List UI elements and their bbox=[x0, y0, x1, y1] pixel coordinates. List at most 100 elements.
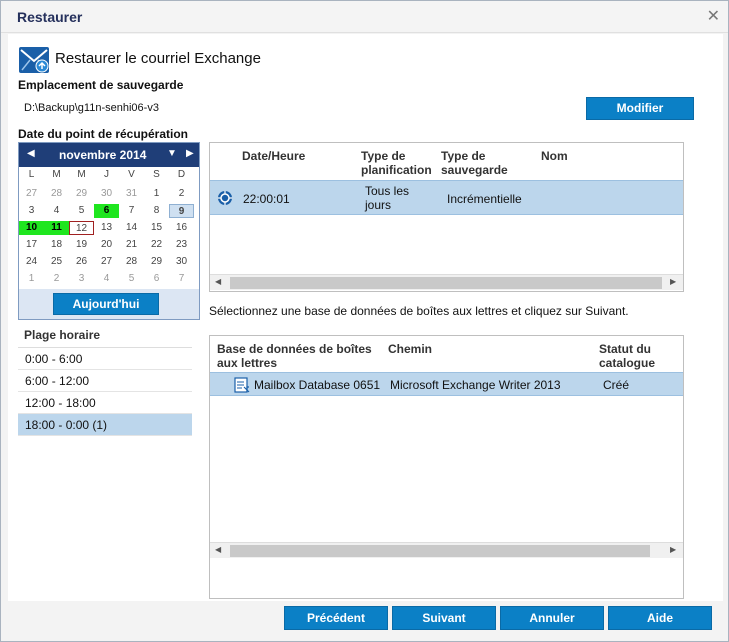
calendar-day[interactable]: 30 bbox=[169, 255, 194, 269]
row-schedule: Tous les jours bbox=[365, 184, 410, 212]
cancel-button[interactable]: Annuler bbox=[500, 606, 604, 630]
col-name[interactable]: Nom bbox=[541, 149, 568, 163]
restore-dialog: Restaurer ✕ Restaurer le courriel Exchan… bbox=[0, 0, 729, 642]
calendar-day[interactable]: 1 bbox=[144, 187, 169, 201]
time-range-item[interactable]: 0:00 - 6:00 bbox=[18, 348, 192, 370]
row-status: Créé bbox=[603, 378, 630, 392]
time-range-item[interactable]: 6:00 - 12:00 bbox=[18, 370, 192, 392]
backup-location-label: Emplacement de sauvegarde bbox=[18, 78, 184, 92]
calendar: ◀ novembre 2014 ▼ ▶ LMMJVSD 27 28 29 30 31 1 2… bbox=[18, 142, 200, 320]
scroll-right-icon[interactable]: ▶ bbox=[670, 545, 676, 554]
next-month-icon[interactable]: ▶ bbox=[186, 148, 194, 159]
weekday-label: M bbox=[77, 169, 86, 180]
row-time: 22:00:01 bbox=[243, 192, 290, 206]
col-backup-type[interactable]: Type de sauvegarde bbox=[441, 149, 513, 177]
calendar-day[interactable]: 12 bbox=[69, 220, 94, 235]
table-row[interactable]: Mailbox Database 0651 Microsoft Exchange… bbox=[210, 372, 683, 396]
scroll-thumb[interactable] bbox=[230, 277, 662, 289]
table-row[interactable]: 22:00:01 Tous les jours Incrémentielle bbox=[210, 180, 683, 215]
calendar-day[interactable]: 5 bbox=[119, 272, 144, 286]
calendar-day[interactable]: 5 bbox=[69, 204, 94, 218]
calendar-day[interactable]: 13 bbox=[94, 221, 119, 235]
calendar-day[interactable]: 30 bbox=[94, 187, 119, 201]
calendar-header: ◀ novembre 2014 ▼ ▶ bbox=[19, 143, 199, 167]
calendar-day[interactable]: 15 bbox=[144, 221, 169, 235]
calendar-day[interactable]: 6 bbox=[94, 203, 119, 218]
calendar-day[interactable]: 18 bbox=[44, 238, 69, 252]
col-catalog-status[interactable]: Statut du catalogue bbox=[599, 342, 669, 370]
calendar-day[interactable]: 27 bbox=[19, 187, 44, 201]
calendar-week: 24 25 26 27 28 29 30 bbox=[19, 253, 199, 270]
calendar-day[interactable]: 21 bbox=[119, 238, 144, 252]
calendar-day[interactable]: 19 bbox=[69, 238, 94, 252]
horizontal-scrollbar[interactable]: ◀ ▶ bbox=[210, 274, 683, 290]
calendar-day[interactable]: 10 bbox=[19, 220, 44, 235]
calendar-day[interactable]: 9 bbox=[169, 203, 194, 218]
calendar-day[interactable]: 3 bbox=[69, 272, 94, 286]
calendar-day[interactable]: 22 bbox=[144, 238, 169, 252]
calendar-day[interactable]: 2 bbox=[44, 272, 69, 286]
calendar-day[interactable]: 4 bbox=[44, 204, 69, 218]
weekday-header: LMMJVSD bbox=[19, 169, 199, 185]
row-database-name: Mailbox Database 0651 bbox=[254, 378, 381, 392]
month-dropdown-icon[interactable]: ▼ bbox=[167, 148, 177, 159]
calendar-day[interactable]: 28 bbox=[119, 255, 144, 269]
grid-header: Base de données de boîtes aux lettres Ch… bbox=[210, 336, 683, 372]
calendar-day[interactable]: 4 bbox=[94, 272, 119, 286]
time-range-item-selected[interactable]: 18:00 - 0:00 (1) bbox=[18, 414, 192, 436]
weekday-label: M bbox=[52, 169, 61, 180]
col-path[interactable]: Chemin bbox=[388, 342, 432, 356]
today-button[interactable]: Aujourd'hui bbox=[53, 293, 159, 315]
calendar-day[interactable]: 23 bbox=[169, 238, 194, 252]
calendar-month: novembre 2014 bbox=[59, 148, 147, 162]
row-backup-type: Incrémentielle bbox=[447, 192, 522, 206]
calendar-day[interactable]: 7 bbox=[169, 272, 194, 286]
col-schedule-type[interactable]: Type de planification bbox=[361, 149, 433, 177]
row-path: Microsoft Exchange Writer 2013 bbox=[390, 378, 561, 392]
scroll-thumb[interactable] bbox=[230, 545, 650, 557]
calendar-day[interactable]: 11 bbox=[44, 220, 69, 235]
next-button[interactable]: Suivant bbox=[392, 606, 496, 630]
calendar-week: 10 11 12 13 14 15 16 bbox=[19, 219, 199, 236]
help-button[interactable]: Aide bbox=[608, 606, 712, 630]
weekday-label: S bbox=[153, 169, 160, 180]
modify-button[interactable]: Modifier bbox=[586, 97, 694, 120]
grid-header: Date/Heure Type de planification Type de… bbox=[210, 143, 683, 179]
calendar-day[interactable]: 29 bbox=[69, 187, 94, 201]
calendar-day[interactable]: 24 bbox=[19, 255, 44, 269]
time-range-header: Plage horaire bbox=[18, 324, 192, 348]
calendar-day[interactable]: 27 bbox=[94, 255, 119, 269]
calendar-day[interactable]: 31 bbox=[119, 187, 144, 201]
calendar-day[interactable]: 26 bbox=[69, 255, 94, 269]
calendar-day[interactable]: 25 bbox=[44, 255, 69, 269]
calendar-day[interactable]: 28 bbox=[44, 187, 69, 201]
instruction-text: Sélectionnez une base de données de boît… bbox=[209, 304, 629, 318]
calendar-week: 27 28 29 30 31 1 2 bbox=[19, 185, 199, 202]
calendar-day[interactable]: 8 bbox=[144, 204, 169, 218]
time-range-item[interactable]: 12:00 - 18:00 bbox=[18, 392, 192, 414]
calendar-day[interactable]: 20 bbox=[94, 238, 119, 252]
calendar-day[interactable]: 29 bbox=[144, 255, 169, 269]
calendar-day[interactable]: 6 bbox=[144, 272, 169, 286]
close-icon[interactable]: ✕ bbox=[707, 6, 720, 26]
horizontal-scrollbar[interactable]: ◀ ▶ bbox=[210, 542, 683, 558]
calendar-day[interactable]: 7 bbox=[119, 204, 144, 218]
col-database[interactable]: Base de données de boîtes aux lettres bbox=[217, 342, 382, 370]
calendar-day[interactable]: 1 bbox=[19, 272, 44, 286]
calendar-day[interactable]: 14 bbox=[119, 221, 144, 235]
recovery-points-grid: Date/Heure Type de planification Type de… bbox=[209, 142, 684, 292]
calendar-day[interactable]: 16 bbox=[169, 221, 194, 235]
calendar-day[interactable]: 2 bbox=[169, 187, 194, 201]
scroll-right-icon[interactable]: ▶ bbox=[670, 277, 676, 286]
col-datetime[interactable]: Date/Heure bbox=[242, 149, 305, 163]
calendar-day[interactable]: 17 bbox=[19, 238, 44, 252]
previous-button[interactable]: Précédent bbox=[284, 606, 388, 630]
prev-month-icon[interactable]: ◀ bbox=[27, 148, 35, 159]
scroll-left-icon[interactable]: ◀ bbox=[215, 545, 221, 554]
weekday-label: V bbox=[128, 169, 135, 180]
scroll-left-icon[interactable]: ◀ bbox=[215, 277, 221, 286]
mailbox-database-grid: Base de données de boîtes aux lettres Ch… bbox=[209, 335, 684, 599]
calendar-day[interactable]: 3 bbox=[19, 204, 44, 218]
time-range-list: Plage horaire 0:00 - 6:00 6:00 - 12:00 1… bbox=[18, 324, 192, 436]
weekday-label: D bbox=[177, 169, 186, 180]
